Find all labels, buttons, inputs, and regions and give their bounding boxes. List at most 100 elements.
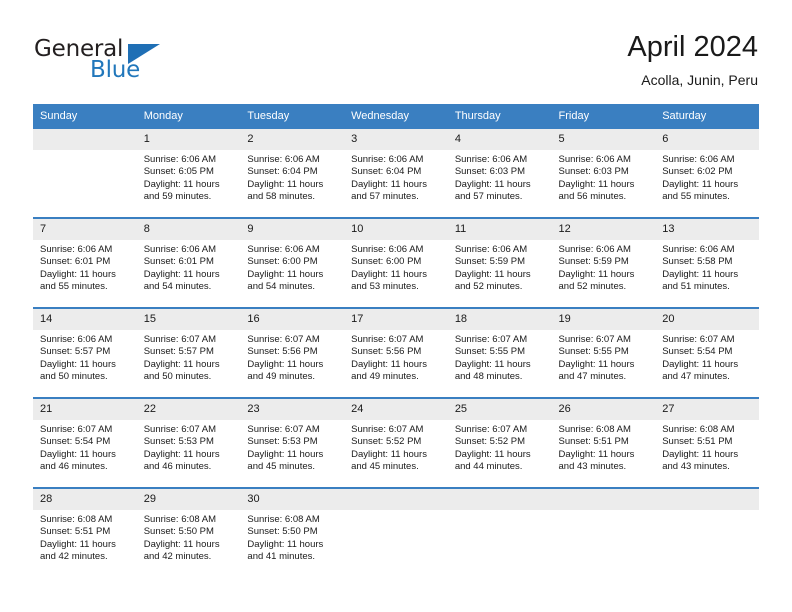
day-number: 9	[240, 219, 345, 240]
day-number: 23	[240, 399, 345, 420]
calendar-day-cell[interactable]: 4 Sunrise: 6:06 AM Sunset: 6:03 PM Daylight…	[447, 127, 552, 218]
calendar-day-cell[interactable]: 24 Sunrise: 6:07 AM Sunset: 5:52 PM Dayligh…	[344, 397, 448, 488]
day-number: 19	[551, 309, 656, 330]
general-blue-logo: General Blue	[34, 36, 214, 88]
day-number: 24	[344, 399, 448, 420]
sunrise-text: Sunrise: 6:06 AM	[247, 244, 320, 255]
sunset-text: Sunset: 5:51 PM	[558, 436, 629, 448]
sunset-text: Sunset: 5:54 PM	[40, 436, 111, 448]
calendar-day-cell[interactable]: 9 Sunrise: 6:06 AM Sunset: 6:00 PM Daylight…	[240, 217, 345, 308]
day-sun-info: Sunrise: 6:07 AM Sunset: 5:53 PM Daylight:…	[137, 420, 241, 474]
daylight-text: Daylight: 11 hours and 42 minutes.	[143, 538, 220, 563]
sunrise-text: Sunrise: 6:07 AM	[662, 334, 735, 345]
day-sun-info: Sunrise: 6:06 AM Sunset: 6:02 PM Daylight:…	[655, 150, 759, 204]
day-number: 26	[551, 399, 656, 420]
calendar-day-cell[interactable]: 13 Sunrise: 6:06 AM Sunset: 5:58 PM Dayligh…	[655, 217, 759, 308]
calendar-cell-empty	[655, 487, 759, 577]
sunset-text: Sunset: 5:51 PM	[662, 436, 733, 448]
weekday-header-tuesday: Tuesday	[240, 104, 345, 128]
calendar-day-cell[interactable]: 20 Sunrise: 6:07 AM Sunset: 5:54 PM Dayligh…	[655, 307, 759, 398]
calendar-day-cell[interactable]: 10 Sunrise: 6:06 AM Sunset: 6:00 PM Dayligh…	[344, 217, 448, 308]
page-title: April 2024	[627, 31, 758, 63]
day-number: 12	[551, 219, 656, 240]
calendar-day-cell[interactable]: 16 Sunrise: 6:07 AM Sunset: 5:56 PM Dayligh…	[240, 307, 345, 398]
calendar-day-cell[interactable]: 22 Sunrise: 6:07 AM Sunset: 5:53 PM Dayligh…	[136, 397, 241, 488]
calendar-cell-empty	[551, 487, 656, 577]
day-number: 22	[136, 399, 241, 420]
calendar-day-cell[interactable]: 15 Sunrise: 6:07 AM Sunset: 5:57 PM Dayligh…	[136, 307, 241, 398]
weekday-header-saturday: Saturday	[655, 104, 759, 128]
daylight-text: Daylight: 11 hours and 57 minutes.	[351, 178, 427, 203]
calendar-day-cell[interactable]: 18 Sunrise: 6:07 AM Sunset: 5:55 PM Dayligh…	[447, 307, 552, 398]
sunset-text: Sunset: 5:51 PM	[40, 526, 111, 538]
day-sun-info: Sunrise: 6:06 AM Sunset: 6:03 PM Daylight:…	[552, 150, 656, 204]
calendar-week-row: 28 Sunrise: 6:08 AM Sunset: 5:51 PM Dayligh…	[33, 487, 759, 577]
sunrise-text: Sunrise: 6:06 AM	[143, 244, 217, 255]
day-number: 2	[240, 129, 345, 150]
calendar-day-cell[interactable]: 14 Sunrise: 6:06 AM Sunset: 5:57 PM Dayligh…	[33, 307, 137, 398]
calendar-day-cell[interactable]: 26 Sunrise: 6:08 AM Sunset: 5:51 PM Dayligh…	[551, 397, 656, 488]
sunset-text: Sunset: 5:53 PM	[143, 436, 214, 448]
calendar-day-cell[interactable]: 7 Sunrise: 6:06 AM Sunset: 6:01 PM Daylight…	[33, 217, 137, 308]
day-number: 29	[136, 489, 241, 510]
daylight-text: Daylight: 11 hours and 55 minutes.	[662, 178, 739, 203]
calendar-day-cell[interactable]: 12 Sunrise: 6:06 AM Sunset: 5:59 PM Dayligh…	[551, 217, 656, 308]
calendar-week-row: 21 Sunrise: 6:07 AM Sunset: 5:54 PM Dayligh…	[33, 397, 759, 488]
page-subtitle-location: Acolla, Junin, Peru	[641, 72, 758, 88]
calendar-day-cell[interactable]: 19 Sunrise: 6:07 AM Sunset: 5:55 PM Dayligh…	[551, 307, 656, 398]
calendar-day-cell[interactable]: 21 Sunrise: 6:07 AM Sunset: 5:54 PM Dayligh…	[33, 397, 137, 488]
daylight-text: Daylight: 11 hours and 54 minutes.	[247, 268, 324, 293]
calendar-day-cell[interactable]: 6 Sunrise: 6:06 AM Sunset: 6:02 PM Daylight…	[655, 127, 759, 218]
sunrise-text: Sunrise: 6:06 AM	[351, 154, 424, 165]
calendar-day-cell[interactable]: 28 Sunrise: 6:08 AM Sunset: 5:51 PM Dayligh…	[33, 487, 137, 577]
day-number: 16	[240, 309, 345, 330]
day-sun-info: Sunrise: 6:06 AM Sunset: 6:04 PM Daylight:…	[240, 150, 344, 204]
calendar-day-cell[interactable]: 30 Sunrise: 6:08 AM Sunset: 5:50 PM Dayligh…	[240, 487, 345, 577]
weekday-header-thursday: Thursday	[447, 104, 552, 128]
sunrise-text: Sunrise: 6:08 AM	[143, 514, 217, 525]
day-number: 27	[655, 399, 759, 420]
logo-text-blue: Blue	[90, 57, 141, 83]
day-number: 11	[447, 219, 552, 240]
calendar-day-cell[interactable]: 2 Sunrise: 6:06 AM Sunset: 6:04 PM Daylight…	[240, 127, 345, 218]
sunrise-text: Sunrise: 6:08 AM	[247, 514, 320, 525]
weekday-header-friday: Friday	[551, 104, 656, 128]
calendar-day-cell[interactable]: 5 Sunrise: 6:06 AM Sunset: 6:03 PM Daylight…	[551, 127, 656, 218]
calendar-day-cell[interactable]: 25 Sunrise: 6:07 AM Sunset: 5:52 PM Dayligh…	[447, 397, 552, 488]
calendar-day-cell[interactable]: 23 Sunrise: 6:07 AM Sunset: 5:53 PM Dayligh…	[240, 397, 345, 488]
sunset-text: Sunset: 6:01 PM	[40, 256, 111, 268]
calendar-body: 1 Sunrise: 6:06 AM Sunset: 6:05 PM Daylight…	[33, 127, 759, 577]
day-sun-info: Sunrise: 6:07 AM Sunset: 5:55 PM Daylight:…	[552, 330, 656, 384]
calendar-day-cell[interactable]: 17 Sunrise: 6:07 AM Sunset: 5:56 PM Dayligh…	[344, 307, 448, 398]
daylight-text: Daylight: 11 hours and 45 minutes.	[351, 448, 427, 473]
day-number	[551, 489, 656, 510]
daylight-text: Daylight: 11 hours and 47 minutes.	[662, 358, 739, 383]
sunset-text: Sunset: 5:57 PM	[143, 346, 214, 358]
sunset-text: Sunset: 5:55 PM	[558, 346, 629, 358]
sunset-text: Sunset: 5:56 PM	[351, 346, 422, 358]
daylight-text: Daylight: 11 hours and 47 minutes.	[558, 358, 635, 383]
page-header: General Blue April 2024 Acolla, Junin, P…	[0, 0, 792, 100]
sunset-text: Sunset: 5:59 PM	[454, 256, 526, 268]
calendar-day-cell[interactable]: 8 Sunrise: 6:06 AM Sunset: 6:01 PM Daylight…	[136, 217, 241, 308]
calendar-day-cell[interactable]: 1 Sunrise: 6:06 AM Sunset: 6:05 PM Daylight…	[136, 127, 241, 218]
day-sun-info: Sunrise: 6:08 AM Sunset: 5:50 PM Daylight:…	[240, 510, 344, 564]
sunset-text: Sunset: 6:03 PM	[454, 166, 526, 178]
sunset-text: Sunset: 6:00 PM	[247, 256, 318, 268]
calendar-day-cell[interactable]: 27 Sunrise: 6:08 AM Sunset: 5:51 PM Dayligh…	[655, 397, 759, 488]
calendar-day-cell[interactable]: 29 Sunrise: 6:08 AM Sunset: 5:50 PM Dayligh…	[136, 487, 241, 577]
daylight-text: Daylight: 11 hours and 49 minutes.	[351, 358, 427, 383]
sunset-text: Sunset: 5:50 PM	[247, 526, 318, 538]
sunrise-text: Sunrise: 6:08 AM	[40, 514, 113, 525]
calendar-day-cell[interactable]: 11 Sunrise: 6:06 AM Sunset: 5:59 PM Dayligh…	[447, 217, 552, 308]
sunrise-text: Sunrise: 6:08 AM	[662, 424, 735, 435]
sunrise-text: Sunrise: 6:06 AM	[558, 154, 631, 165]
weekday-header-monday: Monday	[136, 104, 241, 128]
day-number: 18	[447, 309, 552, 330]
sunset-text: Sunset: 5:52 PM	[454, 436, 526, 448]
daylight-text: Daylight: 11 hours and 46 minutes.	[40, 448, 116, 473]
calendar-day-cell[interactable]: 3 Sunrise: 6:06 AM Sunset: 6:04 PM Daylight…	[344, 127, 448, 218]
daylight-text: Daylight: 11 hours and 52 minutes.	[454, 268, 531, 293]
daylight-text: Daylight: 11 hours and 51 minutes.	[662, 268, 739, 293]
daylight-text: Daylight: 11 hours and 55 minutes.	[40, 268, 116, 293]
